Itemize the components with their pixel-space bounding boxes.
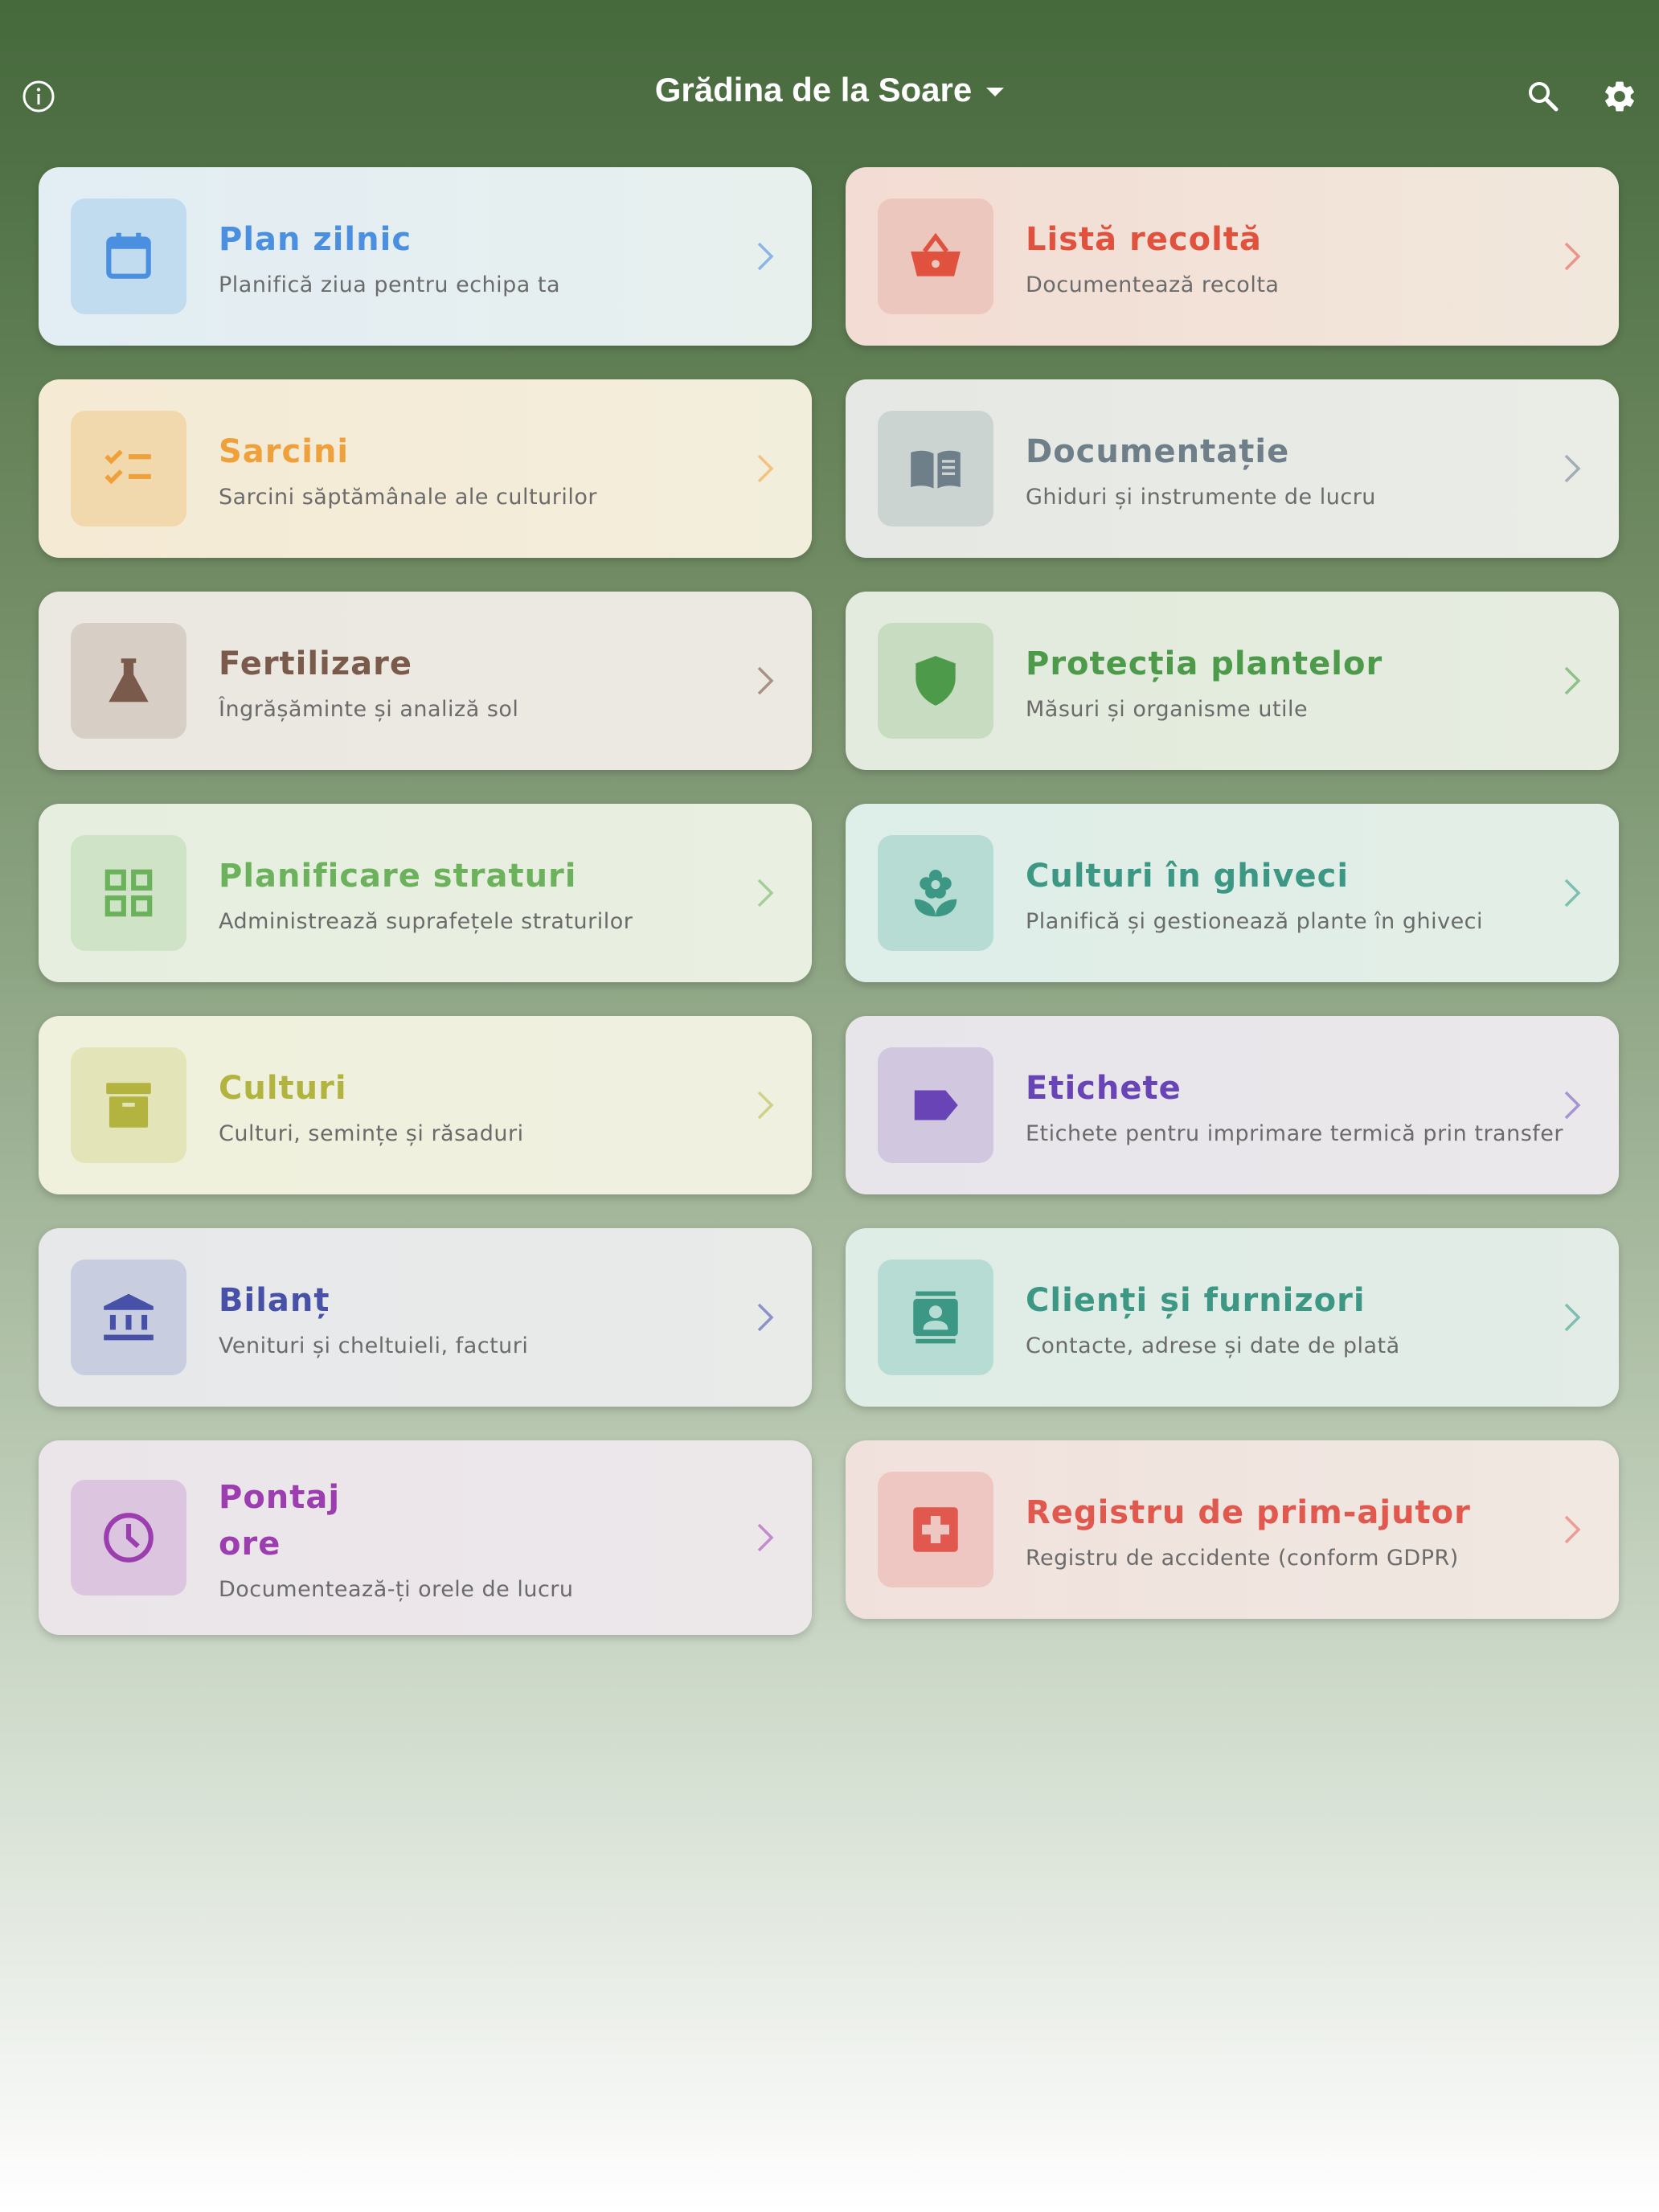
clock-icon [104,1513,154,1563]
card-pontaj-ore[interactable]: Pontaj ore Documentează-ți orele de lucr… [39,1440,812,1635]
calendar-icon [106,232,151,279]
card-title: Planificare straturi [219,857,577,895]
contacts-icon [913,1291,958,1344]
card-subtitle: Planifică și gestionează plante în ghive… [1026,908,1484,934]
card-subtitle: Măsuri și organisme utile [1026,696,1309,722]
chevron-right-icon [756,875,776,911]
card-subtitle: Documentează-ți orele de lucru [219,1576,574,1602]
caret-down-icon [986,87,1005,96]
card-subtitle: Planifică ziua pentru echipa ta [219,272,561,297]
card-subtitle: Documentează recolta [1026,272,1280,297]
card-title: Registru de prim-ajutor [1026,1493,1471,1531]
garden-selector[interactable]: Grădina de la Soare [0,71,1659,109]
bank-icon [104,1293,154,1341]
tile-protectia-plantelor [878,623,993,739]
basket-icon [911,232,961,276]
card-clienti-si-furnizori[interactable]: Clienți și furnizori Contacte, adrese și… [846,1228,1619,1407]
search-icon [1529,82,1559,112]
tile-culturi-in-ghiveci [878,835,993,951]
card-title: Pontaj [219,1478,341,1516]
card-culturi[interactable]: Culturi Culturi, semințe și răsaduri [39,1016,812,1194]
card-subtitle: Sarcini săptămânale ale culturilor [219,484,597,510]
card-subtitle: Contacte, adrese și date de plată [1026,1333,1400,1358]
top-bar: Grădina de la Soare [0,0,1659,161]
search-button[interactable] [1511,64,1575,129]
card-title: Etichete [1026,1069,1182,1107]
card-documentatie[interactable]: Documentație Ghiduri și instrumente de l… [846,379,1619,558]
card-title-line2: ore [219,1525,281,1563]
app-title: Grădina de la Soare [654,71,973,109]
card-plan-zilnic[interactable]: Plan zilnic Planifică ziua pentru echipa… [39,167,812,346]
card-title: Plan zilnic [219,220,412,258]
book-icon [911,450,961,489]
card-culturi-in-ghiveci[interactable]: Culturi în ghiveci Planifică și gestione… [846,804,1619,982]
label-icon [914,1090,958,1120]
settings-button[interactable] [1587,64,1652,129]
chevron-right-icon [756,239,776,274]
chevron-right-icon [756,1300,776,1335]
card-protectia-plantelor[interactable]: Protecția plantelor Măsuri și organisme … [846,592,1619,770]
chevron-right-icon [1563,239,1583,274]
chevron-right-icon [756,663,776,698]
card-title: Sarcini [219,432,350,470]
card-subtitle: Etichete pentru imprimare termică prin t… [1026,1120,1563,1146]
card-registru-prim-ajutor[interactable]: Registru de prim-ajutor Registru de acci… [846,1440,1619,1619]
gear-icon [1605,81,1634,112]
card-subtitle: Ghiduri și instrumente de lucru [1026,484,1376,510]
card-title: Culturi [219,1069,347,1107]
card-sarcini[interactable]: Sarcini Sarcini săptămânale ale culturil… [39,379,812,558]
flask-icon [109,658,149,703]
tile-etichete [878,1047,993,1163]
tile-sarcini [71,411,186,526]
card-subtitle: Venituri și cheltuieli, facturi [219,1333,529,1358]
card-title: Bilanț [219,1281,330,1319]
tile-bilant [71,1260,186,1375]
archive-icon [106,1083,151,1128]
chevron-right-icon [756,1088,776,1123]
flower-icon [914,870,957,917]
card-bilant[interactable]: Bilanț Venituri și cheltuieli, facturi [39,1228,812,1407]
tile-planificare-straturi [71,835,186,951]
card-etichete[interactable]: Etichete Etichete pentru imprimare termi… [846,1016,1619,1194]
chevron-right-icon [1563,663,1583,698]
chevron-right-icon [1563,1512,1583,1547]
chevron-right-icon [1563,451,1583,486]
card-title: Culturi în ghiveci [1026,857,1350,895]
card-title: Listă recoltă [1026,220,1262,258]
tile-clienti-si-furnizori [878,1260,993,1375]
chevron-right-icon [1563,1088,1583,1123]
card-title: Documentație [1026,432,1290,470]
card-subtitle: Registru de accidente (conform GDPR) [1026,1545,1459,1571]
card-title: Clienți și furnizori [1026,1281,1366,1319]
tile-plan-zilnic [71,199,186,314]
card-title: Protecția plantelor [1026,645,1383,682]
card-title: Fertilizare [219,645,412,682]
chevron-right-icon [756,451,776,486]
grid-icon [104,869,153,917]
first-aid-icon [913,1507,958,1552]
card-subtitle: Administrează suprafețele straturilor [219,908,633,934]
card-subtitle: Îngrășăminte și analiză sol [219,696,519,722]
tile-lista-recolta [878,199,993,314]
card-subtitle: Culturi, semințe și răsaduri [219,1120,524,1146]
card-lista-recolta[interactable]: Listă recoltă Documentează recolta [846,167,1619,346]
card-fertilizare[interactable]: Fertilizare Îngrășăminte și analiză sol [39,592,812,770]
chevron-right-icon [1563,1300,1583,1335]
tile-culturi [71,1047,186,1163]
checklist-icon [104,449,151,485]
tile-pontaj-ore [71,1480,186,1596]
tile-fertilizare [71,623,186,739]
chevron-right-icon [756,1520,776,1555]
card-planificare-straturi[interactable]: Planificare straturi Administrează supra… [39,804,812,982]
tile-documentatie [878,411,993,526]
chevron-right-icon [1563,875,1583,911]
tile-registru-prim-ajutor [878,1472,993,1587]
shield-icon [916,656,956,706]
